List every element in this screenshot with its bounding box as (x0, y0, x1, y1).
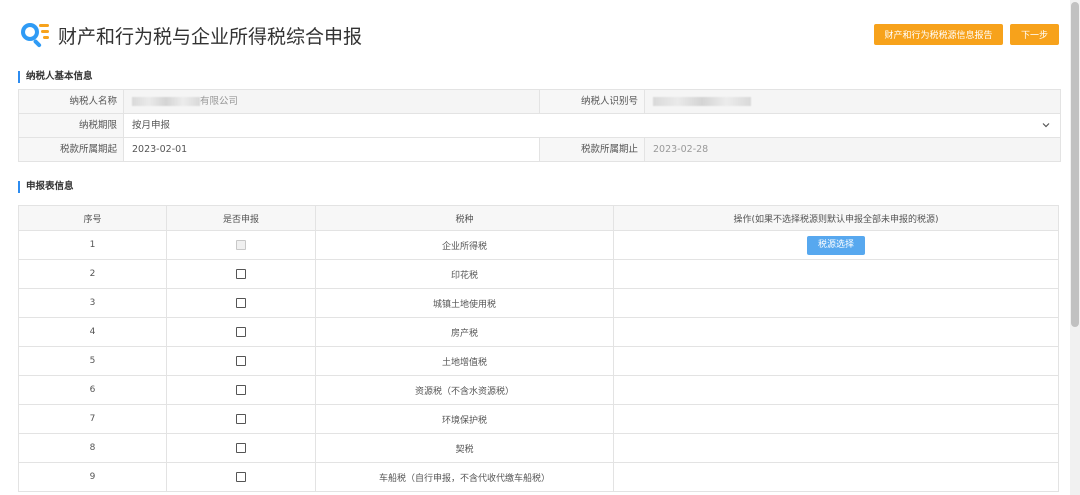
declare-cell (166, 317, 316, 347)
tax-source-select-button[interactable]: 税源选择 (807, 235, 865, 255)
table-row: 9 车船税（自行申报，不含代收代缴车船税） (18, 462, 1059, 492)
table-row: 6 资源税（不含水资源税） (18, 375, 1059, 405)
table-row: 2 印花税 (18, 259, 1059, 289)
taxpayer-info-form: 纳税人名称 有限公司 纳税人识别号 纳税期限 按月申报 税款所属期起 2023-… (18, 89, 1061, 162)
action-cell (613, 317, 1059, 347)
action-cell (613, 259, 1059, 289)
declare-checkbox (236, 239, 246, 250)
table-row: 7 环境保护税 (18, 404, 1059, 434)
tax-type: 车船税（自行申报，不含代收代缴车船税） (315, 462, 614, 492)
column-header-declare: 是否申报 (166, 205, 316, 231)
page-header: 财产和行为税与企业所得税综合申报 (18, 18, 362, 52)
row-number: 4 (18, 317, 167, 347)
table-row: 4 房产税 (18, 317, 1059, 347)
declaration-section-title: 申报表信息 (18, 181, 74, 193)
redacted-block (653, 97, 751, 106)
taxpayer-row-2: 纳税期限 按月申报 (19, 114, 1060, 138)
table-header-row: 序号 是否申报 税种 操作(如果不选择税源则默认申报全部未申报的税源) (18, 205, 1059, 231)
tax-type: 环境保护税 (315, 404, 614, 434)
action-cell (613, 288, 1059, 318)
tax-source-report-button[interactable]: 财产和行为税税源信息报告 (874, 24, 1003, 45)
column-header-tax-type: 税种 (315, 205, 614, 231)
taxpayer-name-field: 有限公司 (124, 90, 539, 113)
action-cell (613, 346, 1059, 376)
redacted-block (132, 97, 200, 106)
period-select-value: 按月申报 (132, 120, 171, 131)
tax-type: 房产税 (315, 317, 614, 347)
period-select[interactable]: 按月申报 (124, 114, 1060, 137)
declare-checkbox[interactable] (236, 471, 246, 482)
tax-type: 资源税（不含水资源税） (315, 375, 614, 405)
action-cell (613, 375, 1059, 405)
row-number: 8 (18, 433, 167, 463)
declaration-table: 序号 是否申报 税种 操作(如果不选择税源则默认申报全部未申报的税源) 1 企业所… (18, 205, 1059, 492)
declare-checkbox[interactable] (236, 413, 246, 424)
table-row: 8 契税 (18, 433, 1059, 463)
column-header-no: 序号 (18, 205, 167, 231)
row-number: 1 (18, 230, 167, 260)
declare-cell (166, 404, 316, 434)
declare-cell (166, 433, 316, 463)
column-header-action: 操作(如果不选择税源则默认申报全部未申报的税源) (613, 205, 1059, 231)
tax-type: 企业所得税 (315, 230, 614, 260)
action-cell (613, 433, 1059, 463)
period-start-label: 税款所属期起 (19, 138, 124, 161)
row-number: 5 (18, 346, 167, 376)
declare-checkbox[interactable] (236, 268, 246, 279)
declare-checkbox[interactable] (236, 297, 246, 308)
next-step-button[interactable]: 下一步 (1010, 24, 1059, 45)
taxpayer-section-title: 纳税人基本信息 (18, 71, 93, 83)
tax-type: 土地增值税 (315, 346, 614, 376)
table-row: 3 城镇土地使用税 (18, 288, 1059, 318)
declare-checkbox[interactable] (236, 355, 246, 366)
page-title: 财产和行为税与企业所得税综合申报 (58, 25, 363, 48)
taxpayer-row-3: 税款所属期起 2023-02-01 税款所属期止 2023-02-28 (19, 138, 1060, 161)
tax-type: 城镇土地使用税 (315, 288, 614, 318)
period-end-field: 2023-02-28 (645, 138, 1060, 161)
chevron-down-icon (1042, 114, 1050, 146)
action-cell (613, 462, 1059, 492)
tax-type: 印花税 (315, 259, 614, 289)
period-label: 纳税期限 (19, 114, 124, 137)
row-number: 2 (18, 259, 167, 289)
action-cell: 税源选择 (613, 230, 1059, 260)
declare-cell (166, 375, 316, 405)
scrollbar-thumb[interactable] (1071, 2, 1079, 327)
declare-cell (166, 288, 316, 318)
search-document-icon (18, 19, 50, 51)
row-number: 9 (18, 462, 167, 492)
vertical-scrollbar[interactable] (1070, 0, 1080, 495)
declare-cell (166, 346, 316, 376)
row-number: 6 (18, 375, 167, 405)
taxpayer-row-1: 纳税人名称 有限公司 纳税人识别号 (19, 90, 1060, 114)
declare-checkbox[interactable] (236, 442, 246, 453)
table-row: 5 土地增值税 (18, 346, 1059, 376)
declare-cell (166, 259, 316, 289)
taxpayer-name-label: 纳税人名称 (19, 90, 124, 113)
declare-cell (166, 230, 316, 260)
declare-cell (166, 462, 316, 492)
period-end-label: 税款所属期止 (539, 138, 645, 161)
action-cell (613, 404, 1059, 434)
taxpayer-name-suffix: 有限公司 (200, 96, 239, 107)
period-start-field[interactable]: 2023-02-01 (124, 138, 539, 161)
declare-checkbox[interactable] (236, 326, 246, 337)
declare-checkbox[interactable] (236, 384, 246, 395)
taxpayer-id-field (645, 90, 1060, 113)
table-row: 1 企业所得税 税源选择 (18, 230, 1059, 260)
taxpayer-id-label: 纳税人识别号 (539, 90, 645, 113)
tax-type: 契税 (315, 433, 614, 463)
row-number: 7 (18, 404, 167, 434)
row-number: 3 (18, 288, 167, 318)
